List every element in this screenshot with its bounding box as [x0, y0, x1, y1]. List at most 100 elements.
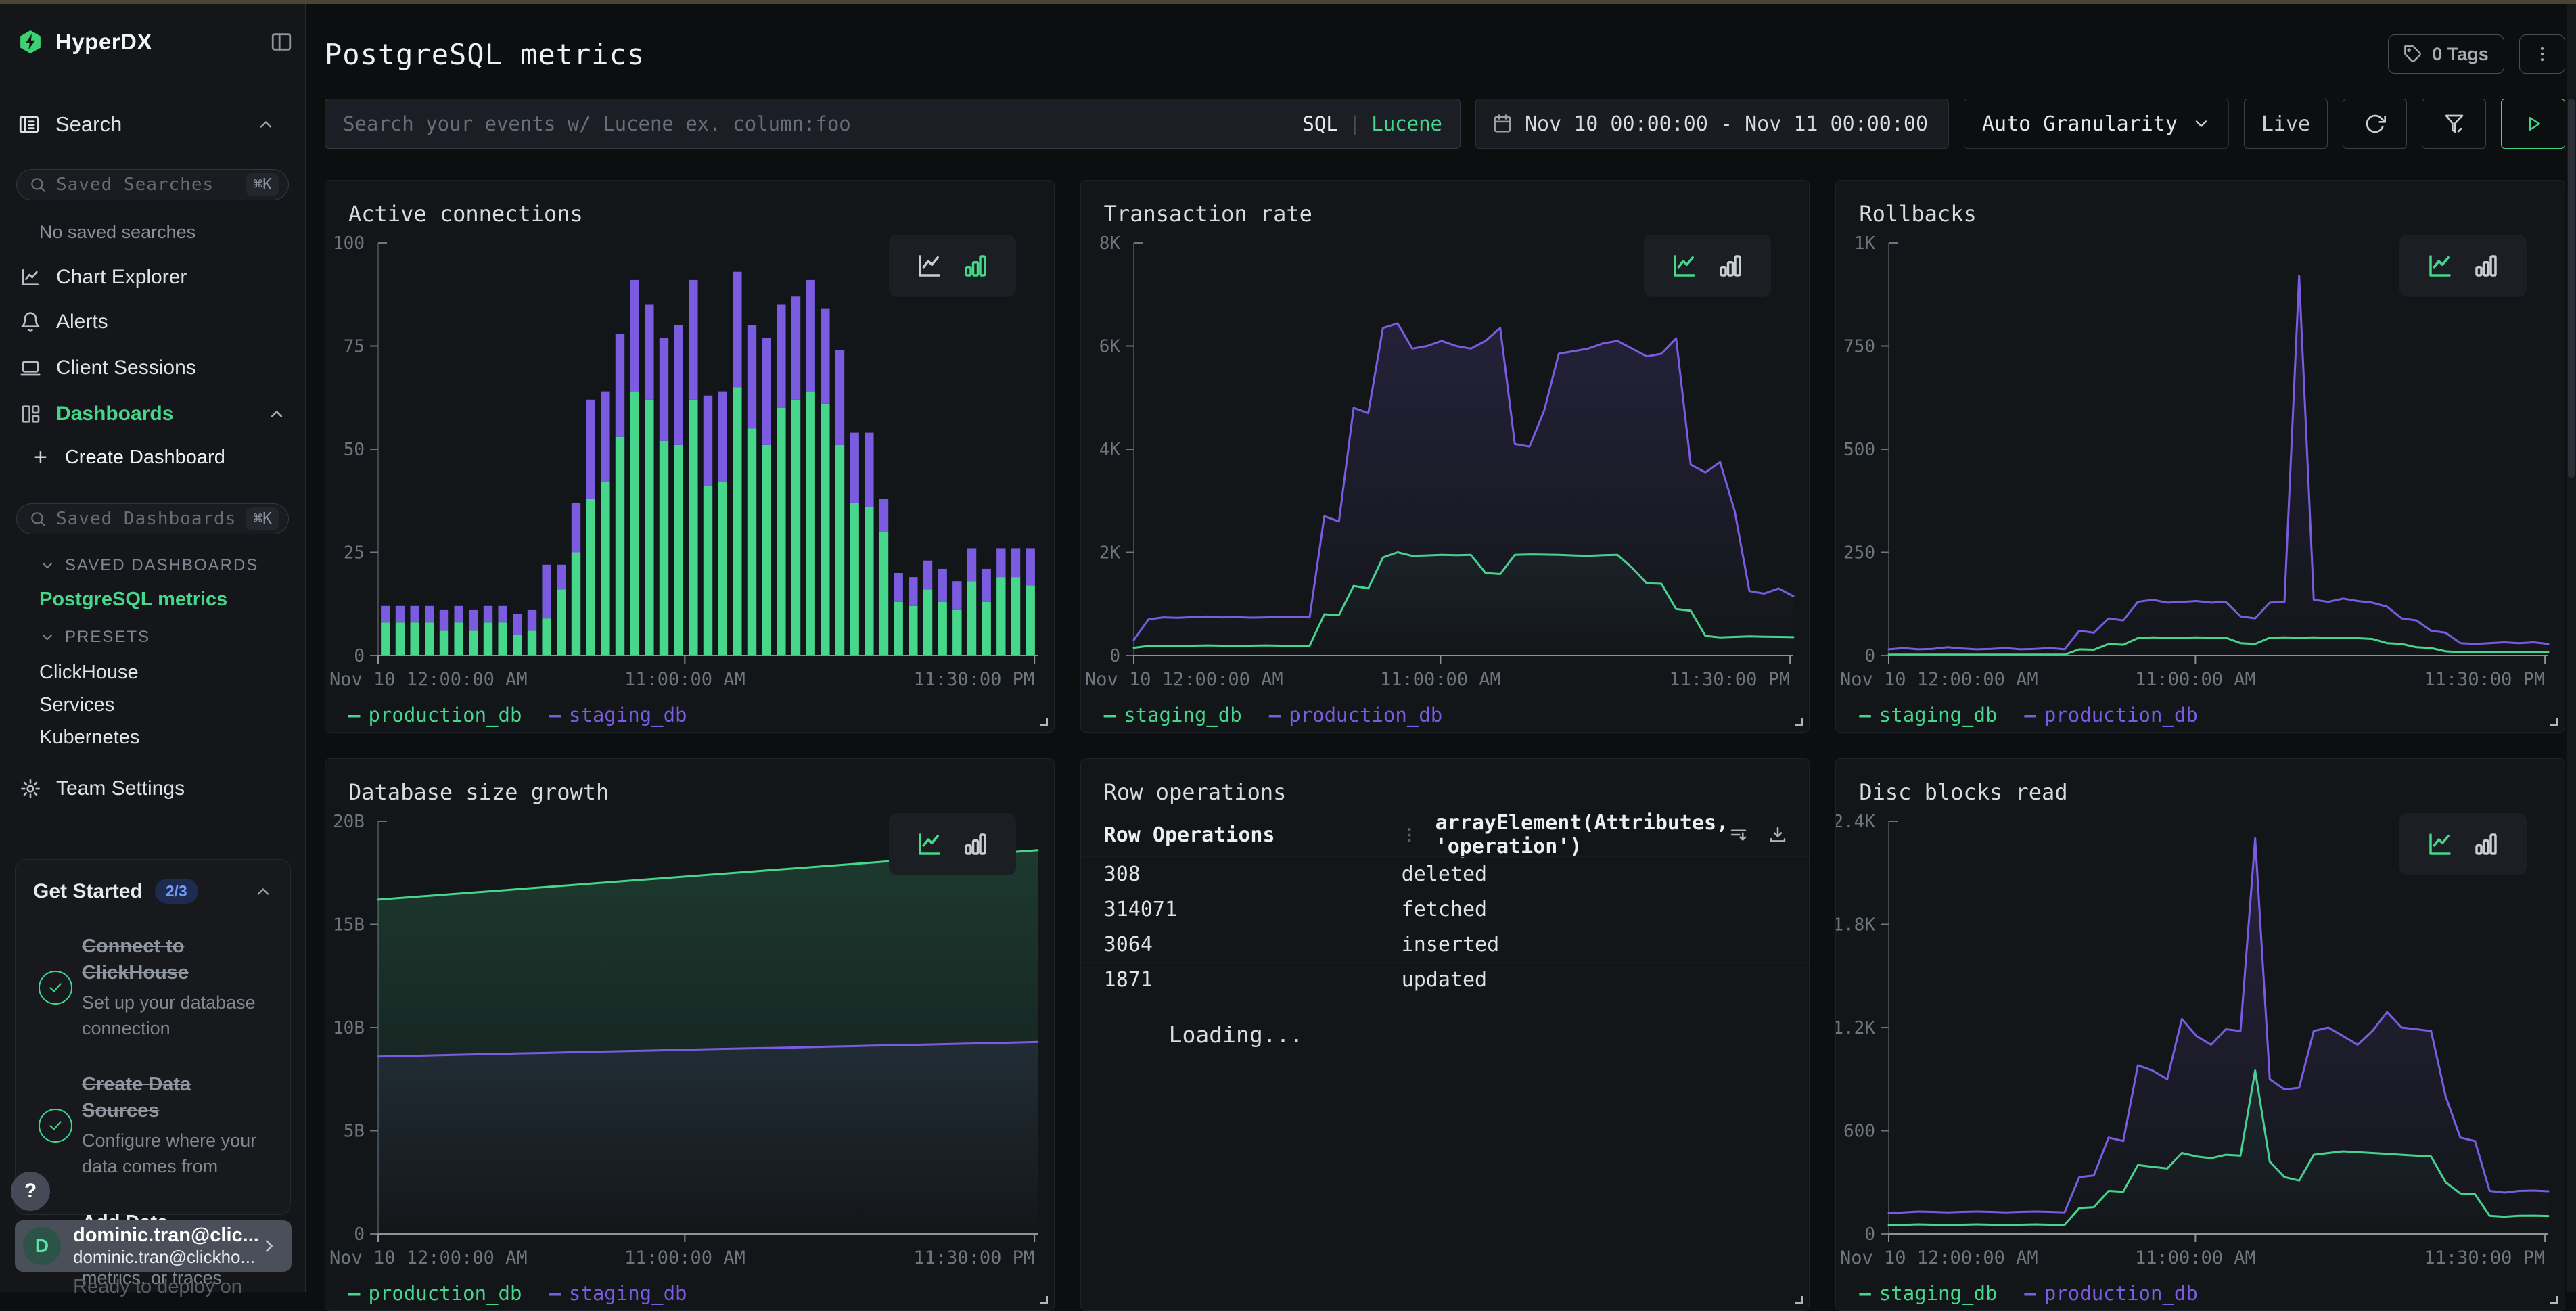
panel-resize-handle[interactable] — [2550, 718, 2558, 726]
chevron-right-icon — [259, 1236, 279, 1256]
sort-columns-icon[interactable] — [1728, 825, 1749, 845]
bar-chart-toggle-icon[interactable] — [961, 252, 990, 280]
svg-text:2K: 2K — [1099, 543, 1120, 564]
get-started-card: Get Started 2/3 Connect to ClickHouse Se… — [15, 859, 291, 1215]
no-saved-searches-text: No saved searches — [39, 222, 196, 243]
line-chart-toggle-icon[interactable] — [915, 252, 944, 280]
line-chart-toggle-icon[interactable] — [1670, 252, 1699, 280]
live-button[interactable]: Live — [2244, 99, 2328, 149]
svg-text:600: 600 — [1843, 1122, 1875, 1142]
svg-text:11:00:00 AM: 11:00:00 AM — [2135, 1247, 2256, 1268]
bar-chart-toggle-icon[interactable] — [2472, 252, 2500, 280]
panel-transaction-rate: Transaction rate 02K4K6K8KNov 10 12:00:0… — [1080, 180, 1810, 733]
event-search-input[interactable] — [343, 112, 1302, 135]
table-header-col1: Row Operations — [1104, 823, 1402, 847]
sidebar-item-kubernetes[interactable]: Kubernetes — [39, 727, 139, 749]
svg-text:6K: 6K — [1099, 337, 1120, 357]
search-icon — [29, 176, 47, 193]
kbd-shortcut: ⌘K — [246, 173, 279, 196]
panel-resize-handle[interactable] — [2550, 1296, 2558, 1304]
svg-text:11:30:00 PM: 11:30:00 PM — [913, 669, 1034, 690]
svg-text:100: 100 — [333, 233, 365, 254]
bar-chart-toggle-icon[interactable] — [2472, 830, 2500, 858]
panel-resize-handle[interactable] — [1795, 718, 1803, 726]
calendar-icon — [1492, 114, 1513, 134]
line-chart-toggle-icon[interactable] — [2426, 830, 2454, 858]
sidebar-item-search[interactable]: Search — [18, 107, 292, 142]
filter-button[interactable] — [2422, 99, 2486, 149]
sidebar-item-postgresql-metrics[interactable]: PostgreSQL metrics — [39, 589, 227, 611]
panel-resize-handle[interactable] — [1040, 1296, 1048, 1304]
granularity-value: Auto Granularity — [1982, 112, 2178, 136]
svg-text:50: 50 — [344, 440, 365, 460]
scrollbar-thumb[interactable] — [2568, 99, 2575, 478]
get-started-item-sources[interactable]: Create Data Sources Configure where your… — [33, 1072, 273, 1180]
legend-item: —staging_db — [1104, 704, 1242, 727]
saved-searches-search[interactable]: ⌘K — [16, 169, 289, 200]
table-row[interactable]: 1871updated — [1081, 962, 1810, 997]
sidebar-item-alerts[interactable]: Alerts — [0, 306, 305, 338]
loading-text: Loading... — [1169, 1021, 1304, 1048]
saved-dashboards-search[interactable]: ⌘K — [16, 503, 289, 534]
search-icon — [29, 510, 47, 528]
check-circle-icon — [39, 1109, 72, 1143]
saved-dashboards-input[interactable] — [56, 509, 246, 529]
bar-chart-toggle-icon[interactable] — [961, 830, 990, 858]
column-resize-handle[interactable]: ⋮ — [1402, 830, 1418, 840]
table-row[interactable]: 308deleted — [1081, 856, 1810, 892]
svg-text:11:30:00 PM: 11:30:00 PM — [913, 1247, 1034, 1268]
tags-button[interactable]: 0 Tags — [2388, 34, 2504, 74]
chart-type-toggle — [889, 813, 1016, 875]
search-section-icon — [18, 113, 41, 136]
svg-text:500: 500 — [1843, 440, 1875, 460]
sql-toggle[interactable]: SQL — [1302, 112, 1337, 135]
play-icon — [2523, 114, 2544, 134]
line-chart-toggle-icon[interactable] — [915, 830, 944, 858]
sidebar-item-services[interactable]: Services — [39, 694, 114, 716]
presets-group[interactable]: PRESETS — [39, 628, 150, 647]
help-button[interactable]: ? — [11, 1172, 50, 1211]
chevron-up-icon[interactable] — [256, 115, 275, 134]
create-dashboard-button[interactable]: + Create Dashboard — [34, 442, 225, 472]
chevron-down-icon — [2192, 114, 2211, 133]
sidebar-item-client-sessions[interactable]: Client Sessions — [0, 352, 305, 384]
event-search-box[interactable]: SQL | Lucene — [325, 99, 1460, 149]
bar-chart-toggle-icon[interactable] — [1716, 252, 1745, 280]
legend-item: —production_db — [348, 704, 522, 727]
sidebar-item-chart-explorer[interactable]: Chart Explorer — [0, 261, 305, 294]
table-row[interactable]: 3064inserted — [1081, 927, 1810, 962]
sidebar-collapse-icon[interactable] — [270, 30, 293, 53]
get-started-title: Get Started — [33, 880, 143, 903]
download-icon[interactable] — [1768, 825, 1788, 845]
vertical-scrollbar[interactable] — [2567, 4, 2576, 1292]
chevron-up-icon[interactable] — [264, 405, 289, 423]
step-title: Create Data Sources — [82, 1072, 258, 1124]
sidebar-item-dashboards[interactable]: Dashboards — [0, 398, 305, 430]
user-account-chip[interactable]: D dominic.tran@clic... dominic.tran@clic… — [15, 1220, 292, 1272]
svg-text:Nov 10 12:00:00 AM: Nov 10 12:00:00 AM — [329, 1247, 528, 1268]
panel-resize-handle[interactable] — [1795, 1296, 1803, 1304]
toggle-divider: | — [1349, 112, 1360, 135]
chevron-up-icon[interactable] — [254, 882, 273, 901]
get-started-item-connect[interactable]: Connect to ClickHouse Set up your databa… — [33, 934, 273, 1042]
panel-resize-handle[interactable] — [1040, 718, 1048, 726]
lucene-toggle[interactable]: Lucene — [1371, 112, 1442, 135]
line-chart-toggle-icon[interactable] — [2426, 252, 2454, 280]
dashboard-menu-button[interactable] — [2519, 34, 2565, 74]
sidebar-item-team-settings[interactable]: Team Settings — [18, 773, 185, 805]
granularity-select[interactable]: Auto Granularity — [1964, 99, 2229, 149]
saved-dashboards-group[interactable]: SAVED DASHBOARDS — [39, 556, 258, 575]
bell-icon — [18, 311, 43, 333]
saved-searches-input[interactable] — [56, 175, 246, 195]
check-circle-icon — [39, 971, 72, 1005]
chart-type-toggle — [1644, 235, 1771, 297]
run-query-button[interactable] — [2501, 99, 2565, 149]
date-range-picker[interactable]: Nov 10 00:00:00 - Nov 11 00:00:00 — [1475, 99, 1949, 149]
filter-edit-icon — [2443, 113, 2465, 135]
panel-row-operations: Row operations Row Operations ⋮ arrayEle… — [1080, 758, 1810, 1311]
sidebar-item-clickhouse[interactable]: ClickHouse — [39, 662, 139, 684]
refresh-button[interactable] — [2343, 99, 2407, 149]
table-row[interactable]: 314071fetched — [1081, 892, 1810, 927]
svg-text:11:00:00 AM: 11:00:00 AM — [2135, 669, 2256, 690]
panel-rollbacks: Rollbacks 02505007501KNov 10 12:00:00 AM… — [1835, 180, 2565, 733]
